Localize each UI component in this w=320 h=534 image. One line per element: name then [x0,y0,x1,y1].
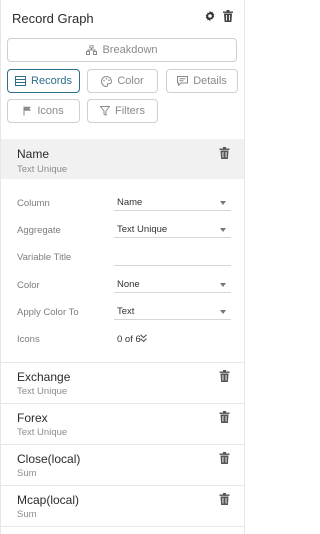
column-select[interactable]: Name [117,197,142,208]
record-subtitle: Sum [17,468,37,479]
record-title: Name [17,147,50,161]
column-underline [114,210,231,211]
breakdown-button[interactable]: Breakdown [7,38,237,62]
record-subtitle: Text Unique [17,386,68,397]
divider [1,526,244,527]
icons-label: Icons [37,105,64,117]
record-subtitle: Text Unique [17,164,68,175]
records-label: Records [31,75,72,87]
flag-icon [23,106,32,116]
divider [1,362,244,363]
divider [1,403,244,404]
variable-title-label: Variable Title [17,252,72,263]
trash-icon[interactable] [219,370,230,382]
filter-icon [100,106,111,116]
aggregate-underline [114,237,231,238]
comment-icon [177,76,189,86]
column-label: Column [17,198,50,209]
filters-label: Filters [115,105,145,117]
record-title[interactable]: Mcap(local) [17,493,79,507]
details-label: Details [193,75,227,87]
records-button[interactable]: Records [7,69,80,93]
breakdown-label: Breakdown [102,44,158,56]
color-label: Color [117,75,144,87]
icons-field-label: Icons [17,334,40,345]
chevron-down-icon[interactable] [220,228,226,232]
records-icon [15,76,27,86]
aggregate-select[interactable]: Text Unique [117,224,167,235]
aggregate-label: Aggregate [17,225,61,236]
icons-count[interactable]: 0 of 6 [117,334,141,345]
panel-title: Record Graph [12,11,94,26]
variable-title-underline [114,265,231,266]
double-chevron-down-icon[interactable] [140,334,147,343]
trash-icon[interactable] [219,493,230,505]
chevron-down-icon[interactable] [220,283,226,287]
divider [1,444,244,445]
chevron-down-icon[interactable] [220,310,226,314]
record-subtitle: Sum [17,509,37,520]
color-field-label: Color [17,280,40,291]
details-button[interactable]: Details [166,69,238,93]
color-button[interactable]: Color [87,69,158,93]
record-title[interactable]: Exchange [17,370,70,384]
apply-color-select[interactable]: Text [117,306,134,317]
gear-icon[interactable] [203,9,217,23]
chevron-down-icon[interactable] [220,201,226,205]
palette-icon [101,75,113,87]
trash-icon[interactable] [221,9,235,23]
apply-color-label: Apply Color To [17,307,79,318]
record-title[interactable]: Forex [17,411,48,425]
color-select[interactable]: None [117,279,140,290]
breakdown-icon [86,45,98,55]
trash-icon[interactable] [219,411,230,423]
apply-color-underline [114,319,231,320]
trash-icon[interactable] [219,147,230,159]
record-title[interactable]: Close(local) [17,452,80,466]
divider [1,485,244,486]
record-graph-panel: Record Graph Breakdown Records Color Det… [0,0,245,534]
color-underline [114,292,231,293]
icons-button[interactable]: Icons [7,99,80,123]
trash-icon[interactable] [219,452,230,464]
record-subtitle: Text Unique [17,427,68,438]
filters-button[interactable]: Filters [87,99,158,123]
